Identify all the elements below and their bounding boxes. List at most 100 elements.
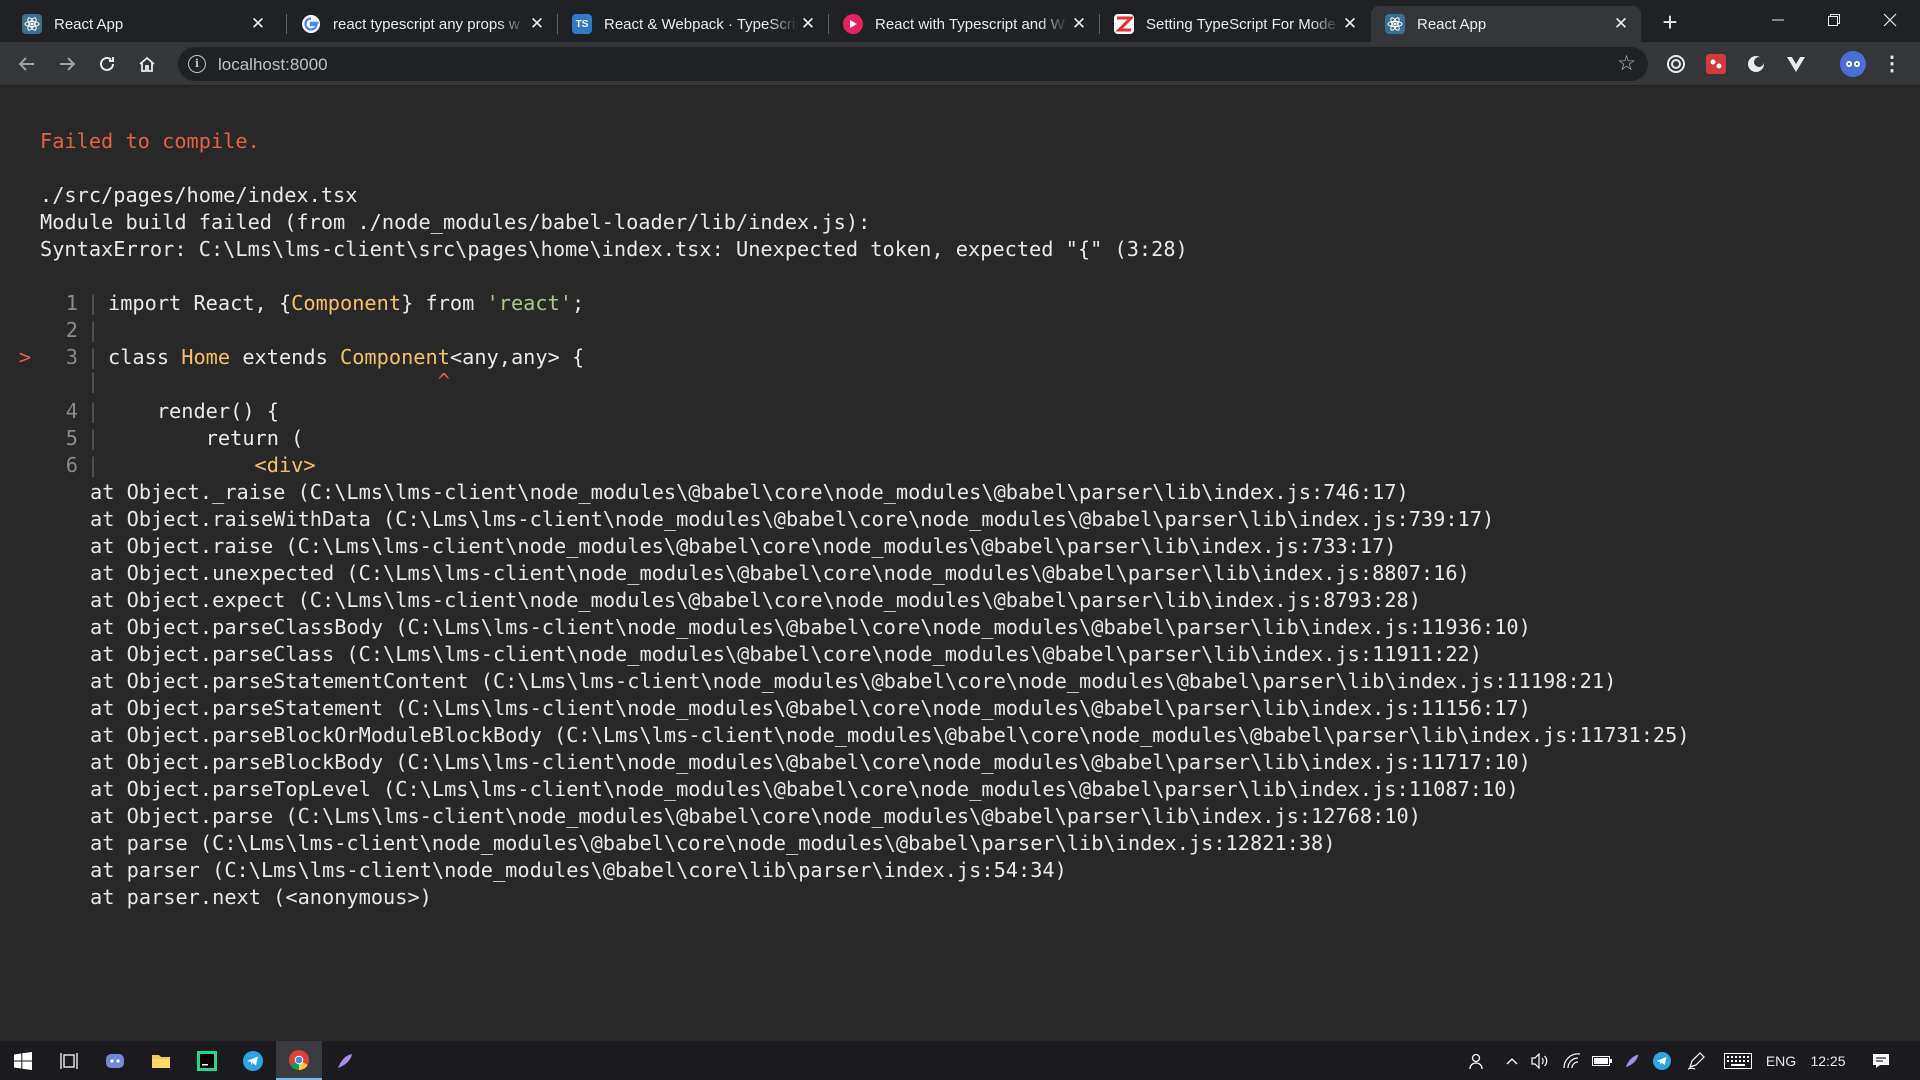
info-icon[interactable]: i [188,55,206,73]
code-line-4: 4 | render() { [0,398,279,425]
windows-start-button[interactable] [0,1041,46,1080]
site-icon [1114,14,1134,34]
error-module-line: Module build failed (from ./node_modules… [40,210,871,234]
address-bar[interactable]: i localhost:8000 ☆ [178,47,1648,81]
stack-frame: at Object._raise (C:\Lms\lms-client\node… [90,480,1409,504]
webstorm-icon [197,1050,217,1071]
google-icon [301,14,321,34]
stack-frame: at Object.expect (C:\Lms\lms-client\node… [90,588,1421,612]
task-view-button[interactable] [46,1041,92,1080]
code-token: <any,any> { [449,345,585,369]
tab-typescript-docs[interactable]: TS React & Webpack · TypeScrip ✕ [558,6,828,42]
reload-icon [100,56,114,71]
close-window-button[interactable] [1862,0,1918,40]
extension-red-icon[interactable] [1704,52,1728,76]
close-icon[interactable]: ✕ [798,14,818,34]
code-token: return ( [108,426,304,450]
telegram-icon [243,1050,263,1071]
code-token: 'react' [486,291,573,315]
react-icon [1385,14,1405,34]
feather-tray-icon[interactable] [1620,1041,1644,1080]
error-title: Failed to compile. [40,129,260,153]
avatar[interactable] [1840,51,1866,77]
windows-icon [14,1051,32,1070]
taskbar-discord[interactable] [92,1041,138,1080]
minimize-icon [1772,19,1784,21]
restore-icon [1828,14,1840,26]
clock[interactable]: 12:25 [1806,1041,1850,1080]
people-icon[interactable] [1462,1041,1492,1080]
code-token: Home [181,345,231,369]
pen-icon[interactable] [1684,1041,1708,1080]
code-line-6: 6 | <div> [0,452,316,479]
close-icon[interactable]: ✕ [527,14,547,34]
volume-icon[interactable] [1528,1041,1552,1080]
profile-icon [1846,61,1860,67]
minimize-button[interactable] [1750,0,1806,40]
close-icon[interactable]: ✕ [1611,14,1631,34]
close-icon[interactable]: ✕ [248,14,268,34]
code-token: <div> [108,453,316,477]
task-view-icon [60,1052,78,1069]
taskbar-feather[interactable] [322,1041,368,1080]
tab-title: React App [1417,15,1487,33]
telegram-tray-icon[interactable] [1650,1041,1674,1080]
wifi-icon[interactable] [1560,1041,1584,1080]
battery-icon[interactable] [1590,1041,1614,1080]
error-marker: > [18,345,32,369]
close-icon[interactable]: ✕ [1069,14,1089,34]
line-number: 4 [65,399,78,423]
react-icon [22,14,42,34]
notifications-icon[interactable] [1866,1041,1896,1080]
back-button[interactable] [11,48,43,80]
restore-button[interactable] [1806,0,1862,40]
home-icon [139,56,155,72]
play-icon [843,14,863,34]
home-button[interactable] [131,48,163,80]
tab-react-app-1[interactable]: React App ✕ [8,6,278,42]
extension-vue-icon[interactable] [1784,52,1808,76]
keyboard-icon[interactable] [1722,1041,1754,1080]
tab-title: Setting TypeScript For Mode [1146,15,1336,33]
code-line-2: 2 | [0,317,108,344]
code-token: ; [572,291,585,315]
tab-video[interactable]: React with Typescript and W ✕ [829,6,1099,42]
folder-icon [152,1054,170,1068]
tab-setting-typescript[interactable]: Setting TypeScript For Mode ✕ [1100,6,1370,42]
chevron-up-icon[interactable] [1500,1041,1524,1080]
stack-frame: at Object.parseTopLevel (C:\Lms\lms-clie… [90,777,1519,801]
taskbar-chrome[interactable] [276,1041,322,1080]
stack-frame: at parser.next (<anonymous>) [90,885,432,909]
extension-moon-icon[interactable] [1744,52,1768,76]
stack-frame: at Object.parseStatement (C:\Lms\lms-cli… [90,696,1531,720]
stack-frame: at parser (C:\Lms\lms-client\node_module… [90,858,1067,882]
star-icon[interactable]: ☆ [1617,51,1636,76]
ts-icon: TS [572,14,592,34]
tab-title: react typescript any props w [333,15,520,33]
stack-frame: at Object.parseStatementContent (C:\Lms\… [90,669,1617,693]
forward-button[interactable] [51,48,83,80]
extension-target-icon[interactable] [1664,52,1688,76]
taskbar-file-explorer[interactable] [138,1041,184,1080]
code-token: class [108,345,182,369]
tab-title: React with Typescript and W [875,15,1065,33]
taskbar-telegram[interactable] [230,1041,276,1080]
tab-react-app-active[interactable]: React App ✕ [1371,6,1641,42]
reload-button[interactable] [91,48,123,80]
language-indicator[interactable]: ENG [1762,1041,1800,1080]
stack-frame: at Object.raiseWithData (C:\Lms\lms-clie… [90,507,1495,531]
browser-menu-button[interactable]: ⋮ [1880,52,1904,76]
tab-title: React & Webpack · TypeScrip [604,15,798,33]
stack-frame: at Object.parse (C:\Lms\lms-client\node_… [90,804,1421,828]
line-number: 5 [65,426,78,450]
line-number: 1 [65,291,78,315]
tab-strip: React App ✕ react typescript any props w… [0,0,1920,42]
new-tab-button[interactable]: + [1656,8,1684,36]
browser-toolbar: i localhost:8000 ☆ [0,42,1920,86]
taskbar: ENG 12:25 [0,1041,1920,1080]
tab-google-search[interactable]: react typescript any props w ✕ [287,6,557,42]
code-token: render() { [108,399,279,423]
code-line-3: >3 | class Home extends Component<any,any>… [0,344,584,371]
close-icon[interactable]: ✕ [1340,14,1360,34]
taskbar-webstorm[interactable] [184,1041,230,1080]
